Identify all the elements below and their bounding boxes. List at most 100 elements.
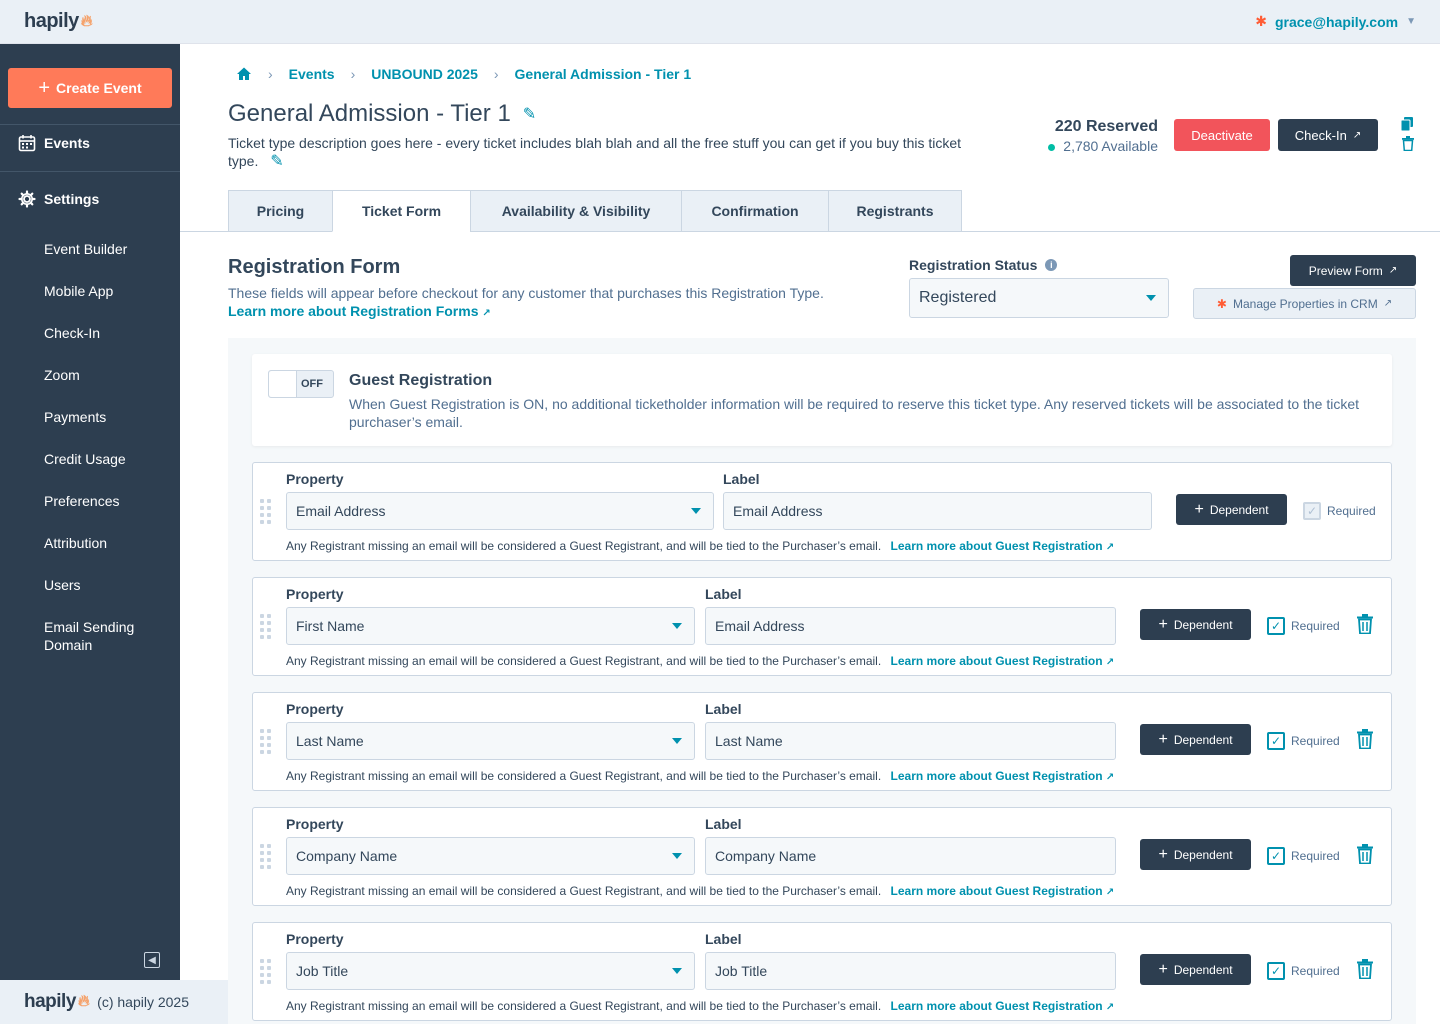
drag-handle-icon[interactable] — [260, 959, 271, 984]
status-dot-icon — [1048, 143, 1056, 151]
required-checkbox[interactable]: ✓ Required — [1267, 962, 1340, 980]
sidebar-item-preferences[interactable]: Preferences — [44, 492, 164, 510]
label-heading: Label — [723, 471, 760, 487]
guest-note: Any Registrant missing an email will be … — [286, 999, 1114, 1013]
available-count: 2,780 Available — [1000, 138, 1158, 154]
guest-registration-toggle[interactable]: OFF — [268, 370, 334, 398]
sidebar-item-mobile-app[interactable]: Mobile App — [44, 282, 164, 300]
required-checkbox[interactable]: ✓ Required — [1303, 502, 1376, 520]
caret-down-icon — [672, 623, 682, 629]
reservation-summary: 220 Reserved 2,780 Available — [1000, 118, 1158, 154]
property-select[interactable]: Company Name — [286, 837, 695, 875]
drag-handle-icon[interactable] — [260, 729, 271, 754]
sidebar-item-settings[interactable]: Settings — [18, 190, 99, 208]
tab-availability-visibility[interactable]: Availability & Visibility — [470, 190, 681, 232]
breadcrumb-event[interactable]: UNBOUND 2025 — [371, 66, 478, 82]
caret-down-icon — [1146, 295, 1156, 301]
sidebar-item-zoom[interactable]: Zoom — [44, 366, 164, 384]
add-dependent-button[interactable]: + Dependent — [1140, 724, 1251, 755]
trash-icon[interactable] — [1356, 844, 1374, 864]
footer: hapily 🔥︎ (c) hapily 2025 — [0, 980, 228, 1024]
tab-ticket-form[interactable]: Ticket Form — [332, 190, 470, 232]
breadcrumb-events[interactable]: Events — [289, 66, 335, 82]
property-select[interactable]: First Name — [286, 607, 695, 645]
sidebar-item-credit-usage[interactable]: Credit Usage — [44, 450, 164, 468]
events-label: Events — [44, 135, 90, 151]
calendar-icon — [18, 135, 36, 152]
label-input[interactable] — [705, 837, 1116, 875]
drag-handle-icon[interactable] — [260, 614, 271, 639]
label-input[interactable] — [705, 952, 1116, 990]
preview-form-button[interactable]: Preview Form ↗ — [1290, 255, 1416, 286]
required-checkbox[interactable]: ✓ Required — [1267, 732, 1340, 750]
add-dependent-button[interactable]: + Dependent — [1176, 494, 1287, 525]
copy-icon[interactable] — [1401, 117, 1413, 131]
add-dependent-button[interactable]: + Dependent — [1140, 609, 1251, 640]
plus-icon: + — [38, 77, 51, 99]
user-menu[interactable]: ✱ grace@hapily.com ▼ — [1255, 13, 1416, 30]
flame-icon: 🔥︎ — [80, 12, 93, 30]
required-checkbox[interactable]: ✓ Required — [1267, 847, 1340, 865]
copyright: (c) hapily 2025 — [97, 994, 189, 1010]
property-value: Company Name — [296, 848, 398, 864]
guest-registration-link[interactable]: Learn more about Guest Registration ↗ — [891, 539, 1115, 553]
trash-icon[interactable] — [1401, 136, 1415, 151]
trash-icon[interactable] — [1356, 729, 1374, 749]
drag-handle-icon[interactable] — [260, 844, 271, 869]
property-select[interactable]: Email Address — [286, 492, 714, 530]
divider — [0, 124, 180, 125]
sidebar-item-payments[interactable]: Payments — [44, 408, 164, 426]
add-dependent-button[interactable]: + Dependent — [1140, 839, 1251, 870]
label-input[interactable] — [705, 607, 1116, 645]
guest-registration-link[interactable]: Learn more about Guest Registration ↗ — [891, 884, 1115, 898]
field-row: Property Label Last Name + Dependent ✓ R… — [252, 692, 1392, 791]
chevron-right-icon: › — [350, 66, 356, 82]
breadcrumb-ticket[interactable]: General Admission - Tier 1 — [515, 66, 692, 82]
caret-down-icon — [672, 968, 682, 974]
property-heading: Property — [286, 586, 344, 602]
info-icon[interactable]: i — [1045, 259, 1058, 271]
label-input[interactable] — [705, 722, 1116, 760]
tab-pricing[interactable]: Pricing — [228, 190, 332, 232]
app-logo[interactable]: hapily 🔥︎ — [24, 10, 93, 33]
label-input[interactable] — [723, 492, 1152, 530]
property-value: Job Title — [296, 963, 349, 979]
create-event-button[interactable]: + Create Event — [8, 68, 172, 108]
section-description: These fields will appear before checkout… — [228, 285, 824, 301]
sidebar-item-users[interactable]: Users — [44, 576, 164, 594]
section-title: Registration Form — [228, 256, 401, 278]
drag-handle-icon[interactable] — [260, 499, 271, 524]
collapse-sidebar-icon[interactable]: ◀ — [144, 952, 160, 968]
registration-forms-link[interactable]: Learn more about Registration Forms ↗ — [228, 303, 491, 319]
deactivate-button[interactable]: Deactivate — [1174, 119, 1270, 151]
trash-icon[interactable] — [1356, 959, 1374, 979]
home-icon[interactable] — [236, 66, 252, 82]
tab-registrants[interactable]: Registrants — [828, 190, 962, 232]
sidebar-item-email-sending-domain[interactable]: Email Sending Domain — [44, 618, 164, 654]
sidebar-item-events[interactable]: Events — [18, 134, 90, 152]
required-checkbox[interactable]: ✓ Required — [1267, 617, 1340, 635]
dependent-label: Dependent — [1173, 847, 1233, 862]
guest-registration-link[interactable]: Learn more about Guest Registration ↗ — [891, 769, 1115, 783]
sidebar-item-attribution[interactable]: Attribution — [44, 534, 164, 552]
tab-confirmation[interactable]: Confirmation — [681, 190, 828, 232]
pencil-icon[interactable]: ✎ — [523, 104, 536, 124]
add-dependent-button[interactable]: + Dependent — [1140, 954, 1251, 985]
external-link-icon: ↗ — [1105, 1002, 1115, 1013]
manage-properties-button[interactable]: ✱ Manage Properties in CRM ↗ — [1193, 288, 1416, 319]
registration-status-select[interactable]: Registered — [909, 278, 1169, 318]
guest-registration-description: When Guest Registration is ON, no additi… — [349, 396, 1360, 430]
guest-registration-title: Guest Registration — [349, 372, 493, 389]
property-select[interactable]: Job Title — [286, 952, 695, 990]
dependent-label: Dependent — [1173, 617, 1233, 632]
guest-note-text: Any Registrant missing an email will be … — [286, 884, 882, 898]
check-in-button[interactable]: Check-In ↗ — [1278, 119, 1378, 151]
sidebar-item-check-in[interactable]: Check-In — [44, 324, 164, 342]
pencil-icon[interactable]: ✎ — [270, 153, 283, 170]
guest-registration-link[interactable]: Learn more about Guest Registration ↗ — [891, 999, 1115, 1013]
property-select[interactable]: Last Name — [286, 722, 695, 760]
sidebar-item-event-builder[interactable]: Event Builder — [44, 240, 164, 258]
guest-registration-link[interactable]: Learn more about Guest Registration ↗ — [891, 654, 1115, 668]
registration-status-label: Registration Status i — [909, 257, 1058, 273]
trash-icon[interactable] — [1356, 614, 1374, 634]
